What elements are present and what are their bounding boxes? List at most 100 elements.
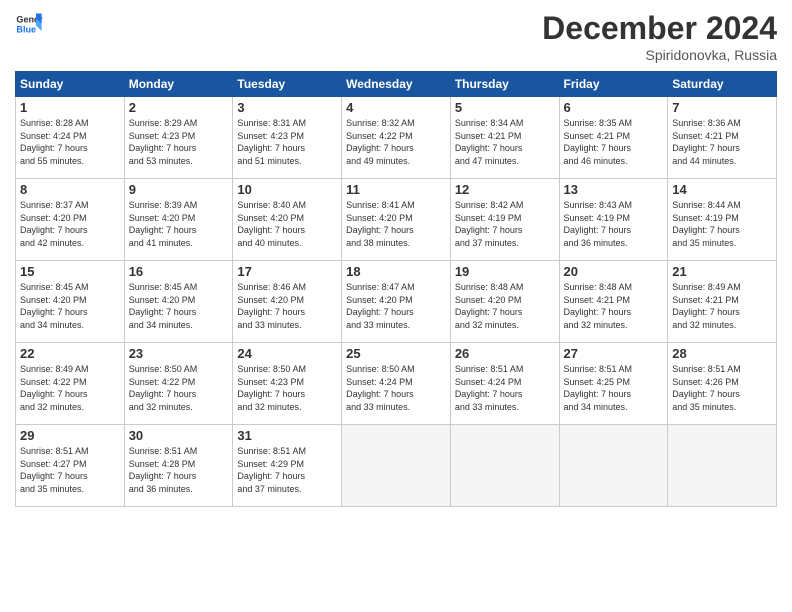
header-cell-tuesday: Tuesday — [233, 72, 342, 97]
day-cell: 28Sunrise: 8:51 AM Sunset: 4:26 PM Dayli… — [668, 343, 777, 425]
day-number: 17 — [237, 264, 337, 279]
header-cell-sunday: Sunday — [16, 72, 125, 97]
location: Spiridonovka, Russia — [542, 47, 777, 63]
day-cell: 30Sunrise: 8:51 AM Sunset: 4:28 PM Dayli… — [124, 425, 233, 507]
day-info: Sunrise: 8:42 AM Sunset: 4:19 PM Dayligh… — [455, 199, 555, 249]
day-number: 11 — [346, 182, 446, 197]
week-row-3: 15 Sunrise: 8:45 AM Sunset: 4:20 PM Dayli… — [16, 261, 777, 343]
svg-text:Blue: Blue — [16, 24, 36, 34]
day-number: 6 — [564, 100, 664, 115]
day-cell — [450, 425, 559, 507]
day-cell: 2 Sunrise: 8:29 AM Sunset: 4:23 PM Daylig… — [124, 97, 233, 179]
day-info: Sunrise: 8:50 AM Sunset: 4:23 PM Dayligh… — [237, 363, 337, 413]
day-cell: 21Sunrise: 8:49 AM Sunset: 4:21 PM Dayli… — [668, 261, 777, 343]
day-cell: 12 Sunrise: 8:42 AM Sunset: 4:19 PM Dayli… — [450, 179, 559, 261]
day-info: Sunrise: 8:47 AM Sunset: 4:20 PM Dayligh… — [346, 281, 446, 331]
day-info: Sunrise: 8:36 AM Sunset: 4:21 PM Dayligh… — [672, 117, 772, 167]
day-cell: 5Sunrise: 8:34 AM Sunset: 4:21 PM Daylig… — [450, 97, 559, 179]
day-cell: 9Sunrise: 8:39 AM Sunset: 4:20 PM Daylig… — [124, 179, 233, 261]
day-cell: 26 Sunrise: 8:51 AM Sunset: 4:24 PM Dayli… — [450, 343, 559, 425]
day-number: 12 — [455, 182, 555, 197]
day-info: Sunrise: 8:51 AM Sunset: 4:26 PM Dayligh… — [672, 363, 772, 413]
day-info: Sunrise: 8:49 AM Sunset: 4:21 PM Dayligh… — [672, 281, 772, 331]
day-info: Sunrise: 8:43 AM Sunset: 4:19 PM Dayligh… — [564, 199, 664, 249]
day-number: 31 — [237, 428, 337, 443]
day-number: 13 — [564, 182, 664, 197]
day-number: 8 — [20, 182, 120, 197]
logo-icon: General Blue — [15, 10, 43, 38]
day-cell: 29 Sunrise: 8:51 AM Sunset: 4:27 PM Dayli… — [16, 425, 125, 507]
day-number: 19 — [455, 264, 555, 279]
day-number: 9 — [129, 182, 229, 197]
week-row-4: 22Sunrise: 8:49 AM Sunset: 4:22 PM Dayli… — [16, 343, 777, 425]
logo: General Blue — [15, 10, 43, 38]
day-cell: 11Sunrise: 8:41 AM Sunset: 4:20 PM Dayli… — [342, 179, 451, 261]
day-cell: 27 Sunrise: 8:51 AM Sunset: 4:25 PM Dayli… — [559, 343, 668, 425]
month-title: December 2024 — [542, 10, 777, 47]
day-info: Sunrise: 8:35 AM Sunset: 4:21 PM Dayligh… — [564, 117, 664, 167]
day-number: 2 — [129, 100, 229, 115]
header-row: SundayMondayTuesdayWednesdayThursdayFrid… — [16, 72, 777, 97]
day-cell — [559, 425, 668, 507]
week-row-1: 1Sunrise: 8:28 AM Sunset: 4:24 PM Daylig… — [16, 97, 777, 179]
day-number: 24 — [237, 346, 337, 361]
week-row-2: 8 Sunrise: 8:37 AM Sunset: 4:20 PM Daylig… — [16, 179, 777, 261]
day-cell: 23 Sunrise: 8:50 AM Sunset: 4:22 PM Dayli… — [124, 343, 233, 425]
day-info: Sunrise: 8:45 AM Sunset: 4:20 PM Dayligh… — [20, 281, 120, 331]
day-cell: 14Sunrise: 8:44 AM Sunset: 4:19 PM Dayli… — [668, 179, 777, 261]
header-cell-saturday: Saturday — [668, 72, 777, 97]
day-number: 10 — [237, 182, 337, 197]
day-info: Sunrise: 8:46 AM Sunset: 4:20 PM Dayligh… — [237, 281, 337, 331]
day-cell: 10 Sunrise: 8:40 AM Sunset: 4:20 PM Dayli… — [233, 179, 342, 261]
day-number: 15 — [20, 264, 120, 279]
day-number: 3 — [237, 100, 337, 115]
day-info: Sunrise: 8:48 AM Sunset: 4:21 PM Dayligh… — [564, 281, 664, 331]
day-number: 16 — [129, 264, 229, 279]
day-cell: 20 Sunrise: 8:48 AM Sunset: 4:21 PM Dayli… — [559, 261, 668, 343]
day-info: Sunrise: 8:48 AM Sunset: 4:20 PM Dayligh… — [455, 281, 555, 331]
day-number: 7 — [672, 100, 772, 115]
day-cell: 22Sunrise: 8:49 AM Sunset: 4:22 PM Dayli… — [16, 343, 125, 425]
day-info: Sunrise: 8:29 AM Sunset: 4:23 PM Dayligh… — [129, 117, 229, 167]
header-cell-monday: Monday — [124, 72, 233, 97]
day-cell: 19 Sunrise: 8:48 AM Sunset: 4:20 PM Dayli… — [450, 261, 559, 343]
day-info: Sunrise: 8:49 AM Sunset: 4:22 PM Dayligh… — [20, 363, 120, 413]
day-cell: 17 Sunrise: 8:46 AM Sunset: 4:20 PM Dayli… — [233, 261, 342, 343]
day-cell: 8 Sunrise: 8:37 AM Sunset: 4:20 PM Daylig… — [16, 179, 125, 261]
day-cell: 6 Sunrise: 8:35 AM Sunset: 4:21 PM Daylig… — [559, 97, 668, 179]
day-cell — [342, 425, 451, 507]
page-container: General Blue December 2024 Spiridonovka,… — [0, 0, 792, 517]
day-info: Sunrise: 8:37 AM Sunset: 4:20 PM Dayligh… — [20, 199, 120, 249]
header-cell-friday: Friday — [559, 72, 668, 97]
day-info: Sunrise: 8:51 AM Sunset: 4:29 PM Dayligh… — [237, 445, 337, 495]
day-number: 4 — [346, 100, 446, 115]
day-cell: 15 Sunrise: 8:45 AM Sunset: 4:20 PM Dayli… — [16, 261, 125, 343]
day-info: Sunrise: 8:51 AM Sunset: 4:25 PM Dayligh… — [564, 363, 664, 413]
day-cell: 18Sunrise: 8:47 AM Sunset: 4:20 PM Dayli… — [342, 261, 451, 343]
day-number: 27 — [564, 346, 664, 361]
day-number: 30 — [129, 428, 229, 443]
header-cell-wednesday: Wednesday — [342, 72, 451, 97]
day-number: 23 — [129, 346, 229, 361]
day-cell: 13 Sunrise: 8:43 AM Sunset: 4:19 PM Dayli… — [559, 179, 668, 261]
day-info: Sunrise: 8:51 AM Sunset: 4:24 PM Dayligh… — [455, 363, 555, 413]
day-cell: 16 Sunrise: 8:45 AM Sunset: 4:20 PM Dayli… — [124, 261, 233, 343]
day-info: Sunrise: 8:50 AM Sunset: 4:22 PM Dayligh… — [129, 363, 229, 413]
day-cell: 24 Sunrise: 8:50 AM Sunset: 4:23 PM Dayli… — [233, 343, 342, 425]
day-cell: 7 Sunrise: 8:36 AM Sunset: 4:21 PM Daylig… — [668, 97, 777, 179]
day-number: 29 — [20, 428, 120, 443]
day-number: 25 — [346, 346, 446, 361]
day-cell: 25Sunrise: 8:50 AM Sunset: 4:24 PM Dayli… — [342, 343, 451, 425]
day-number: 26 — [455, 346, 555, 361]
day-number: 20 — [564, 264, 664, 279]
day-info: Sunrise: 8:45 AM Sunset: 4:20 PM Dayligh… — [129, 281, 229, 331]
day-info: Sunrise: 8:34 AM Sunset: 4:21 PM Dayligh… — [455, 117, 555, 167]
page-header: General Blue December 2024 Spiridonovka,… — [15, 10, 777, 63]
day-info: Sunrise: 8:51 AM Sunset: 4:27 PM Dayligh… — [20, 445, 120, 495]
calendar-table: SundayMondayTuesdayWednesdayThursdayFrid… — [15, 71, 777, 507]
day-info: Sunrise: 8:40 AM Sunset: 4:20 PM Dayligh… — [237, 199, 337, 249]
title-area: December 2024 Spiridonovka, Russia — [542, 10, 777, 63]
header-cell-thursday: Thursday — [450, 72, 559, 97]
day-info: Sunrise: 8:44 AM Sunset: 4:19 PM Dayligh… — [672, 199, 772, 249]
day-cell: 31 Sunrise: 8:51 AM Sunset: 4:29 PM Dayli… — [233, 425, 342, 507]
